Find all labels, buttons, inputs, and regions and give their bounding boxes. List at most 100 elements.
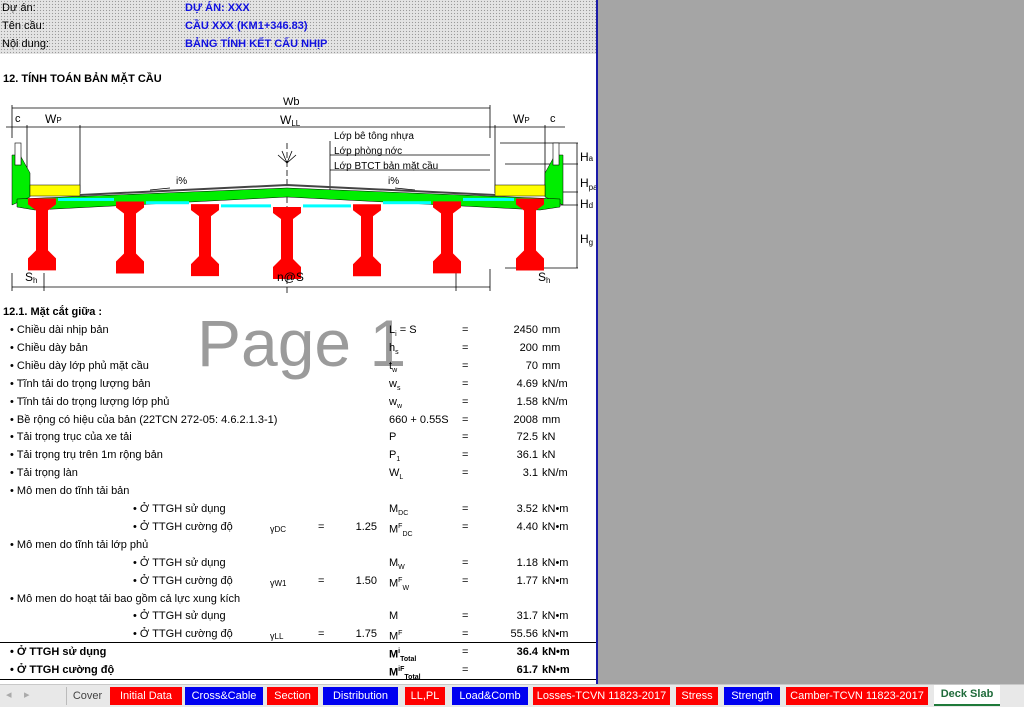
- project-header: Dự án: DỰ ÁN: XXX Tên cầu: CẦU XXX (KM1+…: [0, 0, 596, 54]
- label-c-right: c: [550, 113, 556, 125]
- value[interactable]: 3.1: [480, 464, 538, 482]
- row-label: • Ở TTGH cường độ: [10, 663, 115, 676]
- sheet-tab-cover[interactable]: Cover: [66, 687, 108, 705]
- sheet-tab-bar: ◂ ▸ Cover Initial Data Cross&Cable Section D…: [0, 684, 1024, 707]
- girder-2: [116, 201, 144, 274]
- value[interactable]: 4.40: [480, 518, 538, 536]
- row-label: • Chiều dài nhịp bản: [10, 324, 109, 336]
- sheet-tab-initial-data[interactable]: Initial Data: [110, 687, 182, 705]
- value[interactable]: 55.56: [480, 625, 538, 643]
- unit: kN/m: [542, 395, 568, 408]
- girders: [28, 197, 544, 279]
- symbol: MFDC: [389, 522, 413, 538]
- label-wb: Wb: [283, 96, 300, 108]
- girder-4: [273, 207, 301, 279]
- sheet-tab-section[interactable]: Section: [267, 687, 318, 705]
- row-label: • Chiều dày lớp phủ mặt cầu: [10, 359, 149, 372]
- label-n-at-s: n@S: [277, 270, 304, 284]
- scroll-left-icon[interactable]: ◂: [6, 688, 12, 701]
- unit: kN/m: [542, 467, 568, 480]
- left-railing-icon: [14, 142, 22, 166]
- svg-text:WP: WP: [45, 112, 62, 126]
- load-factor-symbol: γW1: [270, 577, 287, 588]
- load-factor-value[interactable]: 1.25: [340, 518, 377, 536]
- unit: kN: [542, 431, 556, 444]
- value[interactable]: 200: [480, 339, 538, 357]
- value[interactable]: 36.1: [480, 446, 538, 464]
- value[interactable]: 31.7: [480, 607, 538, 625]
- sheet-tab-cross-cable[interactable]: Cross&Cable: [185, 687, 263, 705]
- sheet-tab-strength[interactable]: Strength: [724, 687, 780, 705]
- row-label: • Ở TTGH sử dụng: [10, 646, 107, 658]
- unit: kN•m: [542, 574, 569, 587]
- symbol: ws: [389, 377, 401, 392]
- sheet-tab-distribution[interactable]: Distribution: [323, 687, 398, 705]
- project-label: Dự án:: [2, 2, 36, 14]
- haunch: [221, 204, 271, 208]
- scroll-right-icon[interactable]: ▸: [24, 688, 30, 701]
- row-label: • Tĩnh tải do trọng lượng bản: [10, 377, 151, 390]
- value[interactable]: 72.5: [480, 428, 538, 446]
- row-sublabel: • Ở TTGH sử dụng: [133, 556, 226, 569]
- equals: =: [462, 359, 469, 372]
- load-factor-value[interactable]: 1.50: [340, 572, 377, 590]
- unit: mm: [542, 324, 561, 336]
- sheet-tab-deck-slab[interactable]: Deck Slab: [934, 685, 1000, 706]
- equals: =: [462, 520, 469, 533]
- row-label: • Tải trọng trụ trên 1m rộng bản: [10, 449, 163, 462]
- project-value[interactable]: DỰ ÁN: XXX: [185, 2, 250, 14]
- value[interactable]: 2450: [480, 321, 538, 339]
- svg-text:Hg: Hg: [580, 232, 593, 247]
- right-railing-icon: [552, 142, 560, 166]
- sheet-tab-ll-pl[interactable]: LL,PL: [405, 687, 445, 705]
- label-slope-right: i%: [388, 176, 399, 187]
- equals: =: [318, 520, 325, 533]
- divider: [0, 679, 596, 680]
- section-title: 12. TÍNH TOÁN BẢN MẶT CẦU: [3, 73, 162, 85]
- equals: =: [462, 663, 469, 676]
- symbol: P1: [389, 449, 401, 464]
- subsection-title: 12.1. Mặt cắt giữa :: [3, 306, 103, 318]
- row-label: • Tải trọng làn: [10, 467, 78, 480]
- symbol: MiFTotal: [389, 665, 421, 681]
- svg-text:WLL: WLL: [280, 113, 301, 128]
- value[interactable]: 61.7: [480, 661, 538, 679]
- load-factor-symbol: γDC: [270, 523, 287, 534]
- row-sublabel: • Ở TTGH sử dụng: [133, 503, 226, 515]
- equals: =: [462, 324, 469, 336]
- value[interactable]: 36.4: [480, 643, 538, 661]
- value[interactable]: 70: [480, 357, 538, 375]
- value[interactable]: 4.69: [480, 375, 538, 393]
- sheet-tab-camber-tcvn-11823-2017[interactable]: Camber-TCVN 11823-2017: [786, 687, 928, 705]
- value[interactable]: 1.77: [480, 572, 538, 590]
- svg-text:Hpa: Hpa: [580, 176, 596, 192]
- left-sidewalk: [29, 184, 81, 197]
- symbol: P: [389, 431, 397, 444]
- row-sublabel: • Ở TTGH cường độ: [133, 520, 233, 533]
- content-value[interactable]: BẢNG TÍNH KẾT CẤU NHỊP: [185, 38, 327, 50]
- value[interactable]: 1.58: [480, 393, 538, 411]
- symbol: MFW: [389, 576, 410, 592]
- sheet-tab-stress[interactable]: Stress: [676, 687, 718, 705]
- unit: mm: [542, 341, 561, 354]
- value[interactable]: 2008: [480, 411, 538, 429]
- unit: mm: [542, 413, 561, 426]
- symbol: tw: [389, 359, 398, 374]
- unit: mm: [542, 359, 561, 372]
- page-watermark: Page 1: [197, 306, 407, 380]
- haunch: [146, 201, 189, 205]
- equals: =: [462, 646, 469, 658]
- value[interactable]: 1.18: [480, 554, 538, 572]
- unit: kN/m: [542, 377, 568, 390]
- unit: kN•m: [542, 520, 569, 533]
- equals: =: [462, 395, 469, 408]
- sheet-tab-load-comb[interactable]: Load&Comb: [452, 687, 528, 705]
- content-label: Nội dung:: [2, 38, 50, 50]
- bridge-value[interactable]: CẦU XXX (KM1+346.83): [185, 20, 308, 32]
- value[interactable]: 3.52: [480, 500, 538, 518]
- load-factor-value[interactable]: 1.75: [340, 625, 377, 643]
- sheet-tab-losses-tcvn-11823-2017[interactable]: Losses-TCVN 11823-2017: [533, 687, 670, 705]
- row-label: • Bề rộng có hiệu của bản (22TCN 272-05:…: [10, 413, 278, 426]
- svg-text:WP: WP: [513, 112, 530, 126]
- symbol: MiTotal: [389, 648, 417, 663]
